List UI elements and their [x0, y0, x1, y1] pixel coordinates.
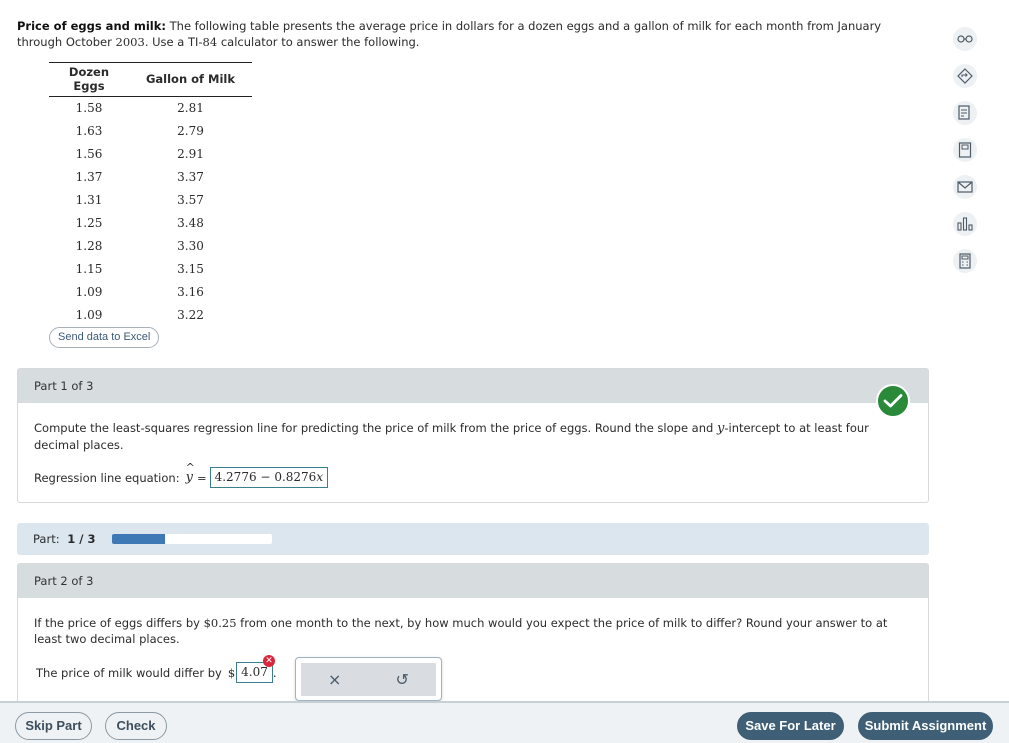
milk-cell: 2.81 [177, 101, 204, 116]
eggs-cell: 1.25 [75, 216, 103, 230]
table-row: 1.15 3.15 [49, 258, 252, 281]
part-1-heading: Part 1 of 3 [18, 369, 928, 403]
eggs-cell: 1.09 [75, 308, 103, 322]
price-diff-row: The price of milk would differ by $ 4.07… [36, 655, 912, 683]
progress-value: 1 / 3 [67, 532, 96, 546]
eggs-cell: 1.09 [75, 285, 103, 299]
part-2-body: If the price of eggs differs by $0.25 fr… [18, 598, 928, 683]
milk-cell: 3.57 [177, 193, 204, 207]
calculator-icon[interactable] [953, 249, 977, 273]
intro-text-c: calculator to answer the following. [217, 35, 420, 49]
milk-cell: 3.16 [177, 285, 204, 299]
table-row: 1.58 2.81 [49, 97, 252, 120]
currency-symbol: $ [227, 665, 236, 680]
table-row: 1.09 3.16 [49, 281, 252, 304]
intro-model: 84 [202, 35, 218, 49]
table-row: 1.31 3.57 [49, 189, 252, 212]
side-toolbar [953, 27, 979, 286]
progress-fill [112, 534, 166, 544]
mail-icon[interactable] [953, 175, 977, 199]
problem-title: Price of eggs and milk: [17, 19, 166, 33]
milk-cell: 3.15 [177, 262, 204, 276]
table-row: 1.56 2.91 [49, 143, 252, 166]
eggs-cell: 1.58 [75, 101, 103, 116]
submit-assignment-button[interactable]: Submit Assignment [858, 712, 993, 740]
regression-row: Regression line equation: ^ y = 4.2776 − … [34, 460, 912, 488]
eggs-cell: 1.31 [75, 193, 103, 207]
eggs-cell: 1.63 [75, 124, 103, 138]
header-dozen-eggs: Dozen Eggs [49, 62, 129, 97]
milk-cell: 3.48 [177, 216, 204, 230]
glasses-icon[interactable] [953, 27, 977, 51]
answer-tool-popup: × ↺ [295, 657, 442, 701]
eggs-cell: 1.28 [75, 239, 103, 253]
eggs-cell: 1.15 [75, 262, 103, 276]
part-1-body: Compute the least-squares regression lin… [18, 403, 928, 488]
undo-icon[interactable]: ↺ [396, 670, 409, 689]
answer-suffix: . [272, 665, 277, 680]
notes-icon[interactable] [953, 101, 977, 125]
milk-cell: 3.37 [177, 170, 204, 184]
regression-label: Regression line equation: [34, 470, 180, 485]
answer-tool-bar: × ↺ [301, 663, 436, 696]
header-gallon-milk: Gallon of Milk [129, 62, 252, 97]
part-1-question: Compute the least-squares regression lin… [34, 421, 869, 452]
intro-text-b: . Use a TI- [144, 35, 203, 49]
check-button[interactable]: Check [105, 712, 167, 740]
table-row: 1.63 2.79 [49, 120, 252, 143]
regression-answer-field[interactable]: 4.2776 − 0.8276x [209, 467, 329, 488]
table-row: 1.09 3.22 [49, 304, 252, 327]
incorrect-x-icon: ✕ [263, 655, 275, 667]
skip-part-button[interactable]: Skip Part [15, 712, 92, 740]
correct-check-icon [876, 384, 910, 418]
eggs-cell: 1.56 [75, 147, 103, 161]
save-for-later-button[interactable]: Save For Later [737, 712, 844, 740]
data-table: Dozen Eggs Gallon of Milk 1.58 2.81 1.63 2… [49, 62, 252, 327]
bar-chart-icon[interactable] [953, 212, 977, 236]
table-row: 1.25 3.48 [49, 212, 252, 235]
footer-bar: Skip Part Check Save For Later Submit As… [0, 701, 1009, 743]
y-hat-symbol: ^ y [185, 460, 195, 485]
part-1-panel: Part 1 of 3 Compute the least-squares re… [17, 368, 929, 503]
table-row: 1.37 3.37 [49, 166, 252, 189]
eggs-cell: 1.37 [75, 170, 103, 184]
clear-icon[interactable]: × [328, 670, 341, 689]
milk-cell: 2.79 [177, 124, 204, 138]
part-progress: Part: 1 / 3 [17, 523, 929, 555]
milk-cell: 3.22 [177, 308, 204, 322]
problem-intro: Price of eggs and milk: The following ta… [17, 18, 922, 50]
book-icon[interactable] [953, 138, 977, 162]
equals-sign: = [196, 470, 207, 485]
part-2-heading: Part 2 of 3 [18, 564, 928, 598]
progress-label: Part: [33, 532, 60, 546]
price-diff-label: The price of milk would differ by [36, 665, 222, 680]
milk-cell: 2.91 [177, 147, 204, 161]
send-to-excel-button[interactable]: Send data to Excel [49, 327, 160, 348]
progress-track [112, 534, 272, 544]
intro-year: 2003 [115, 35, 145, 49]
milk-cell: 3.30 [177, 239, 204, 253]
part-2-question: If the price of eggs differs by $0.25 fr… [34, 616, 888, 646]
table-row: 1.28 3.30 [49, 235, 252, 258]
diamond-arrow-icon[interactable] [953, 64, 977, 88]
part-2-panel: Part 2 of 3 If the price of eggs differs… [17, 563, 929, 713]
